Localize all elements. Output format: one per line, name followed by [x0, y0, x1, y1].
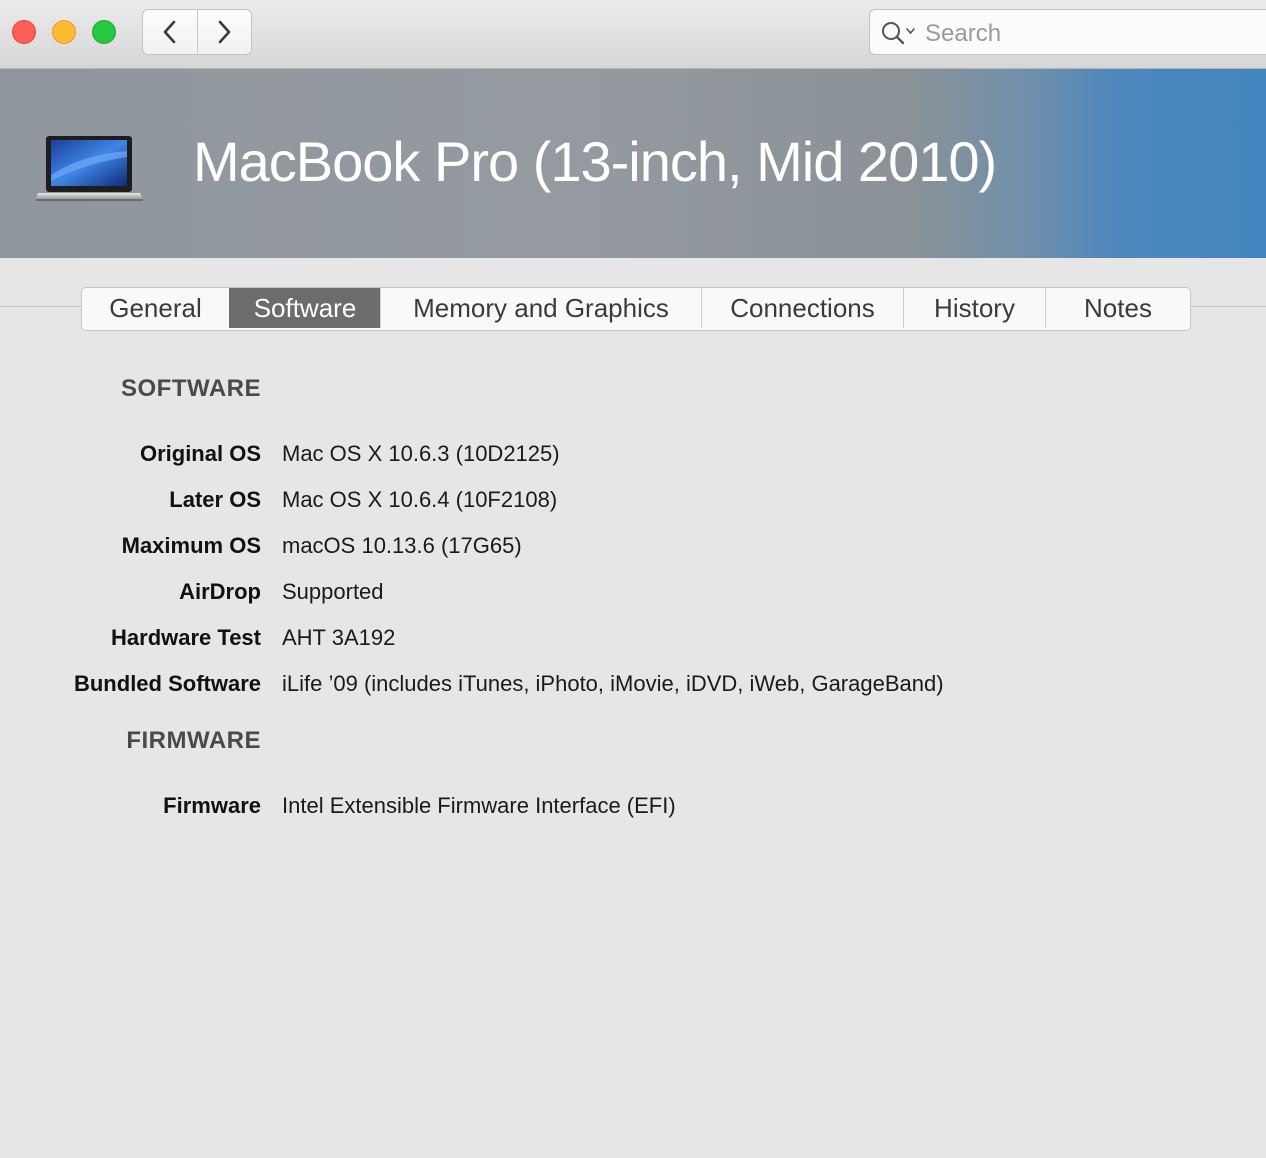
value-bundled-software: iLife ’09 (includes iTunes, iPhoto, iMov…	[282, 671, 944, 696]
tab-bar: General Software Memory and Graphics Con…	[81, 287, 1191, 331]
value-maximum-os: macOS 10.13.6 (17G65)	[282, 533, 522, 558]
model-title: MacBook Pro (13-inch, Mid 2010)	[193, 130, 997, 193]
section-heading-software: SOFTWARE	[121, 375, 261, 402]
tab-general[interactable]: General	[82, 288, 229, 328]
macbook-icon	[36, 136, 143, 201]
value-firmware: Intel Extensible Firmware Interface (EFI…	[282, 793, 676, 818]
search-placeholder: Search	[925, 20, 1002, 47]
tab-memory-and-graphics[interactable]: Memory and Graphics	[380, 288, 701, 328]
tab-history[interactable]: History	[903, 288, 1045, 328]
value-original-os: Mac OS X 10.6.3 (10D2125)	[282, 441, 560, 466]
search-field[interactable]: Search	[869, 9, 1266, 55]
close-window-button[interactable]	[12, 20, 36, 44]
tab-connections[interactable]: Connections	[701, 288, 903, 328]
zoom-window-button[interactable]	[92, 20, 116, 44]
window-toolbar: Search	[0, 0, 1266, 69]
tab-notes[interactable]: Notes	[1045, 288, 1190, 328]
search-icon	[882, 22, 915, 45]
label-bundled-software: Bundled Software	[73, 671, 261, 696]
section-heading-firmware: FIRMWARE	[126, 727, 261, 754]
label-hardware-test: Hardware Test	[111, 625, 261, 650]
label-firmware: Firmware	[163, 793, 261, 818]
forward-button[interactable]	[196, 10, 252, 54]
value-airdrop: Supported	[282, 579, 384, 604]
label-airdrop: AirDrop	[179, 579, 261, 604]
minimize-window-button[interactable]	[52, 20, 76, 44]
back-button[interactable]	[143, 10, 197, 54]
label-original-os: Original OS	[139, 441, 261, 466]
navigation-buttons	[142, 9, 252, 55]
value-hardware-test: AHT 3A192	[282, 625, 396, 650]
tab-software[interactable]: Software	[229, 288, 380, 328]
label-maximum-os: Maximum OS	[121, 533, 261, 558]
model-banner: MacBook Pro (13-inch, Mid 2010)	[0, 69, 1266, 258]
chevron-right-icon	[218, 20, 231, 44]
chevron-left-icon	[163, 20, 176, 44]
value-later-os: Mac OS X 10.6.4 (10F2108)	[282, 487, 558, 512]
label-later-os: Later OS	[169, 487, 261, 512]
